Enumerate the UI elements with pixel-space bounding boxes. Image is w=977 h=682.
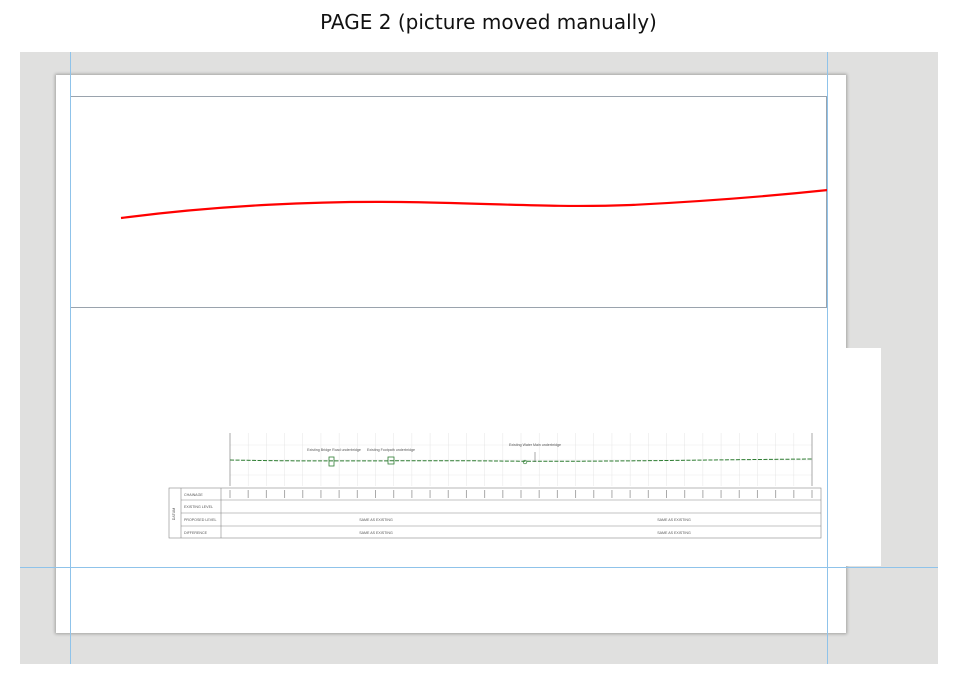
datum-label: DATUM [172, 508, 176, 521]
chainage-tick [393, 490, 395, 498]
chainage-tick [411, 490, 413, 498]
chainage-tick [338, 490, 340, 498]
difference-left-value: SAME AS EXISTING [359, 531, 393, 535]
chainage-tick [302, 490, 304, 498]
chainage-tick [647, 490, 649, 498]
red-curve [120, 188, 828, 220]
moved-picture-frame[interactable] [70, 96, 828, 308]
chainage-tick [738, 490, 740, 498]
chainage-tick [793, 490, 795, 498]
chainage-tick [775, 490, 777, 498]
chainage-tick [484, 490, 486, 498]
chainage-tick [629, 490, 631, 498]
row-label-difference: DIFFERENCE [184, 531, 208, 535]
chainage-tick [229, 490, 231, 498]
chainage-tick [247, 490, 249, 498]
chainage-tick [702, 490, 704, 498]
profile-drawing[interactable]: Existing Bridge Road underbridge Existin… [166, 430, 826, 545]
picture-overflow-region [846, 348, 881, 566]
proposed-level-left-value: SAME AS EXISTING [359, 518, 393, 522]
chainage-tick [666, 490, 667, 498]
profile-grid [229, 433, 813, 486]
difference-right-value: SAME AS EXISTING [657, 531, 691, 535]
chainage-tick [465, 490, 467, 498]
chainage-tick [502, 490, 504, 498]
chainage-tick [538, 490, 540, 498]
horizontal-guide[interactable] [20, 567, 938, 568]
annotation-water-main: Existing Water Main underbridge [509, 443, 561, 447]
bridge-marker [328, 456, 335, 467]
chainage-tick [556, 490, 558, 498]
chainage-tick [593, 490, 595, 498]
chainage-tick [811, 490, 813, 498]
chainage-tick [429, 490, 431, 498]
vertical-guide-right[interactable] [827, 52, 828, 664]
row-label-chainage: CHAINAGE [184, 493, 203, 497]
curve-graphic [120, 188, 828, 220]
annotation-bridge: Existing Bridge Road underbridge [307, 448, 361, 452]
annotation-footpath: Existing Footpath underbridge [367, 448, 415, 452]
row-label-proposed-level: PROPOSED LEVEL [184, 518, 217, 522]
chainage-tick [684, 490, 686, 498]
page-caption: PAGE 2 (picture moved manually) [320, 10, 657, 34]
chainage-tick [284, 490, 286, 498]
chainage-tick [720, 490, 722, 498]
chainage-ticks [229, 490, 813, 498]
vertical-guide-left[interactable] [70, 52, 71, 664]
chainage-tick [320, 490, 322, 498]
proposed-level-right-value: SAME AS EXISTING [657, 518, 691, 522]
chainage-tick [575, 490, 577, 498]
chainage-tick [756, 490, 758, 498]
chainage-tick [611, 490, 613, 498]
profile-table: DATUM CHAINAGE EXISTING LEVEL PROPOSED L… [168, 487, 822, 539]
chainage-tick [447, 490, 449, 498]
row-label-existing-level: EXISTING LEVEL [184, 505, 213, 509]
profile-drawing-svg: Existing Bridge Road underbridge Existin… [168, 433, 822, 539]
chainage-tick [375, 490, 376, 498]
chainage-tick [265, 490, 267, 498]
chainage-tick [356, 490, 358, 498]
chainage-tick [520, 490, 522, 498]
